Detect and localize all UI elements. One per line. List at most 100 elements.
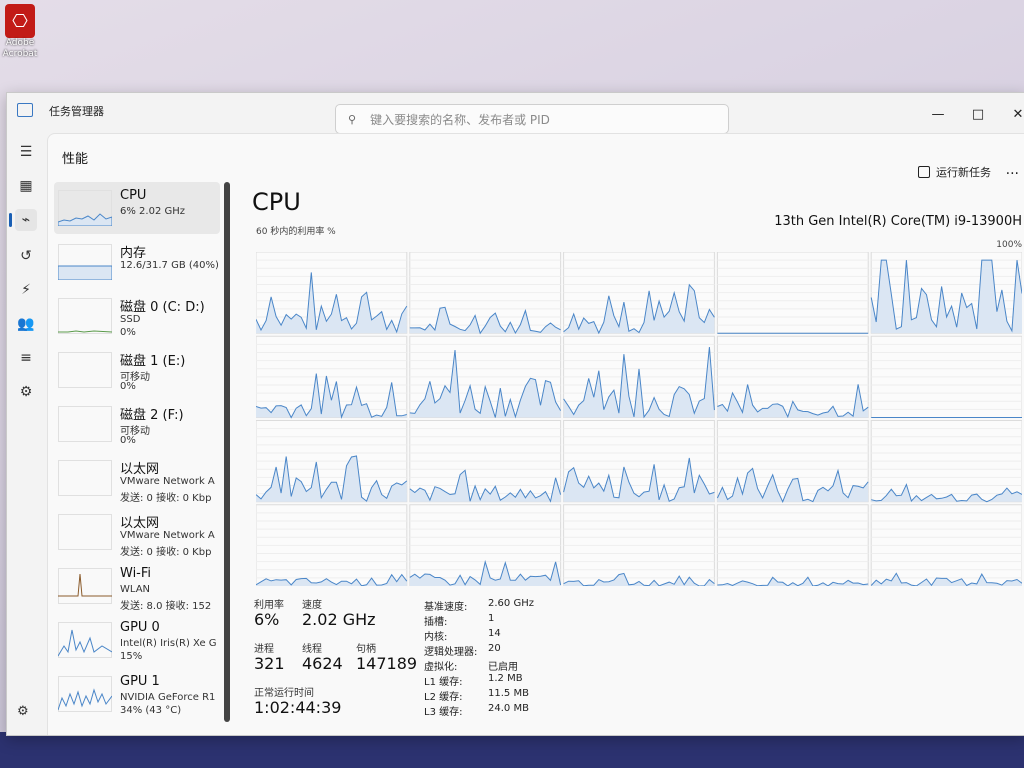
threads-stat-value: 4624 bbox=[302, 654, 343, 673]
sidebar-item[interactable]: 磁盘 0 (C: D:) SSD 0% bbox=[54, 290, 220, 342]
more-options-button[interactable]: ... bbox=[1006, 162, 1019, 178]
logical-processor-graph bbox=[716, 252, 869, 334]
spec-value: 1.2 MB bbox=[488, 673, 523, 684]
spec-row: L3 缓存: 24.0 MB bbox=[424, 703, 529, 718]
sidebar-item[interactable]: 磁盘 1 (E:) 可移动 0% bbox=[54, 344, 220, 396]
window-controls: — □ ✕ bbox=[931, 107, 1024, 122]
sidebar-item-detail-2: 15% bbox=[120, 651, 143, 662]
performance-icon[interactable]: ⌁ bbox=[9, 209, 37, 231]
search-placeholder: 键入要搜索的名称、发布者或 PID bbox=[370, 112, 550, 127]
sidebar-item-name: GPU 0 bbox=[120, 620, 160, 635]
minimize-button[interactable]: — bbox=[931, 107, 945, 122]
utilization-stat-value: 6% bbox=[254, 610, 280, 629]
sidebar-item-detail-2: 发送: 8.0 接收: 152 bbox=[120, 601, 212, 612]
spec-value: 2.60 GHz bbox=[488, 598, 534, 609]
hamburger-icon[interactable]: ☰ bbox=[15, 141, 37, 163]
sidebar-mini-graph bbox=[58, 406, 112, 442]
spec-label: L1 缓存: bbox=[424, 677, 463, 688]
sidebar-mini-graph bbox=[58, 568, 112, 604]
sidebar-mini-graph bbox=[58, 190, 112, 226]
close-button[interactable]: ✕ bbox=[1011, 107, 1024, 122]
cpu-model: 13th Gen Intel(R) Core(TM) i9-13900H bbox=[774, 214, 1022, 229]
logical-processor-graph bbox=[409, 252, 562, 335]
task-manager-app-icon bbox=[17, 103, 33, 117]
run-task-icon bbox=[918, 166, 930, 178]
sidebar-item[interactable]: 以太网 VMware Network A 发送: 0 接收: 0 Kbp bbox=[54, 506, 220, 558]
logical-processor-graphs bbox=[256, 252, 1022, 586]
maximize-button[interactable]: □ bbox=[971, 107, 985, 122]
spec-value: 24.0 MB bbox=[488, 703, 529, 714]
spec-row: 插槽: 1 bbox=[424, 613, 494, 628]
processes-icon[interactable]: ▦ bbox=[15, 175, 37, 197]
startup-icon[interactable]: ⚡ bbox=[15, 279, 37, 301]
sidebar-item-name: 磁盘 2 (F:) bbox=[120, 408, 184, 423]
logical-processor-graph bbox=[563, 420, 715, 503]
sidebar-item-name: 磁盘 1 (E:) bbox=[120, 354, 186, 369]
users-icon[interactable]: 👥 bbox=[15, 313, 37, 335]
sidebar-item-detail-2: 34% (43 °C) bbox=[120, 705, 182, 716]
services-icon[interactable]: ⚙ bbox=[15, 381, 37, 403]
desktop-icon-label: Adobe bbox=[5, 38, 35, 48]
desktop-shortcut-acrobat[interactable]: ⎔ Adobe Acrobat bbox=[0, 4, 40, 60]
processes-stat-value: 321 bbox=[254, 654, 285, 673]
logical-processor-graph bbox=[256, 252, 408, 334]
speed-stat-value: 2.02 GHz bbox=[302, 610, 376, 629]
threads-stat-label: 线程 bbox=[302, 644, 322, 655]
sidebar-item[interactable]: GPU 1 NVIDIA GeForce R1 34% (43 °C) bbox=[54, 668, 220, 720]
spec-value: 1 bbox=[488, 613, 495, 624]
run-new-task-label: 运行新任务 bbox=[936, 166, 991, 179]
search-icon: ⚲ bbox=[348, 112, 357, 126]
history-icon[interactable]: ↺ bbox=[15, 245, 37, 267]
sidebar-item-detail: 6% 2.02 GHz bbox=[120, 206, 186, 217]
sidebar-item-detail: NVIDIA GeForce R1 bbox=[120, 692, 216, 703]
run-new-task-button[interactable]: 运行新任务 bbox=[918, 164, 991, 180]
logical-processor-graph bbox=[563, 252, 715, 335]
sidebar-item-detail: WLAN bbox=[120, 584, 151, 595]
sidebar-item[interactable]: GPU 0 Intel(R) Iris(R) Xe G 15% bbox=[54, 614, 220, 666]
title-bar[interactable]: 任务管理器 ⚲ 键入要搜索的名称、发布者或 PID — □ ✕ bbox=[7, 93, 1024, 134]
window-title: 任务管理器 bbox=[49, 105, 104, 118]
content-area: 性能 运行新任务 ... CPU 6% 2.02 GHz 内存 12.6/31.7 G… bbox=[47, 133, 1024, 735]
logical-processor-graph bbox=[256, 335, 408, 419]
sidebar-item-detail-2: 0% bbox=[120, 381, 136, 392]
sidebar-item-detail-2: 0% bbox=[120, 327, 136, 338]
spec-label: L2 缓存: bbox=[424, 692, 463, 703]
spec-row: 虚拟化: 已启用 bbox=[424, 658, 518, 673]
page-title: 性能 bbox=[62, 152, 89, 167]
processes-stat-label: 进程 bbox=[254, 644, 274, 655]
sidebar-item-detail: 12.6/31.7 GB (40%) bbox=[120, 260, 219, 271]
settings-icon[interactable]: ⚙ bbox=[17, 704, 29, 719]
spec-value: 20 bbox=[488, 643, 501, 654]
percent-max-label: 100% bbox=[996, 240, 1022, 250]
sidebar-item[interactable]: CPU 6% 2.02 GHz bbox=[54, 182, 220, 234]
sidebar-scrollbar[interactable] bbox=[224, 182, 230, 722]
sidebar-item[interactable]: Wi-Fi WLAN 发送: 8.0 接收: 152 bbox=[54, 560, 220, 612]
cpu-title: CPU bbox=[252, 188, 301, 216]
logical-processor-graph bbox=[870, 504, 1022, 586]
logical-processor-graph bbox=[870, 420, 1022, 503]
spec-row: 内核: 14 bbox=[424, 628, 501, 643]
sidebar-item[interactable]: 以太网 VMware Network A 发送: 0 接收: 0 Kbp bbox=[54, 452, 220, 504]
logical-processor-graph bbox=[409, 335, 562, 419]
details-icon[interactable]: ≡ bbox=[15, 347, 37, 369]
logical-processor-graph bbox=[256, 504, 408, 586]
utilization-stat-label: 利用率 bbox=[254, 600, 284, 611]
logical-processor-graph bbox=[716, 504, 869, 586]
performance-sidebar: CPU 6% 2.02 GHz 内存 12.6/31.7 GB (40%) 磁盘 0 (… bbox=[54, 182, 220, 722]
logical-processor-graph bbox=[563, 504, 715, 586]
search-input[interactable]: ⚲ 键入要搜索的名称、发布者或 PID bbox=[335, 104, 729, 134]
sidebar-item[interactable]: 内存 12.6/31.7 GB (40%) bbox=[54, 236, 220, 288]
spec-label: 插槽: bbox=[424, 617, 448, 628]
sidebar-mini-graph bbox=[58, 460, 112, 496]
sidebar-item-detail: Intel(R) Iris(R) Xe G bbox=[120, 638, 217, 649]
acrobat-icon: ⎔ bbox=[5, 4, 35, 38]
handles-stat-label: 句柄 bbox=[356, 644, 376, 655]
sidebar-item[interactable]: 磁盘 2 (F:) 可移动 0% bbox=[54, 398, 220, 450]
sidebar-mini-graph bbox=[58, 514, 112, 550]
desktop-icon-label-2: Acrobat bbox=[2, 49, 38, 59]
handles-stat-value: 147189 bbox=[356, 654, 418, 673]
spec-value: 11.5 MB bbox=[488, 688, 529, 699]
spec-row: 基准速度: 2.60 GHz bbox=[424, 598, 534, 613]
sidebar-item-name: 内存 bbox=[120, 246, 147, 261]
sidebar-item-name: CPU bbox=[120, 188, 147, 203]
